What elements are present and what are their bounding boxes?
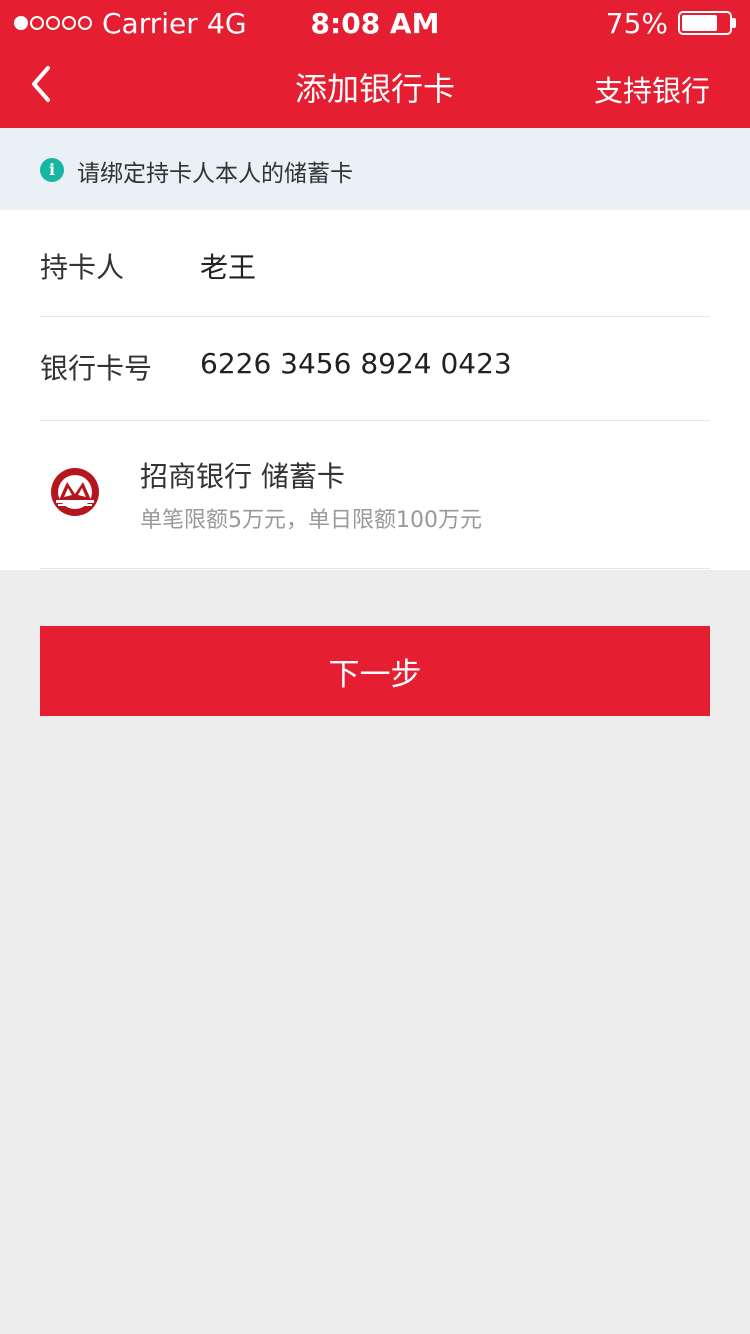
battery-tip <box>732 18 736 28</box>
supported-banks-link[interactable]: 支持银行 <box>594 68 710 110</box>
notice-text: 请绑定持卡人本人的储蓄卡 <box>77 161 353 187</box>
battery-fill <box>682 15 717 31</box>
next-step-button[interactable]: 下一步 <box>40 626 710 716</box>
divider <box>40 316 710 317</box>
bank-limit: 单笔限额5万元，单日限额100万元 <box>140 508 482 533</box>
bank-logo <box>50 467 100 517</box>
battery-icon <box>678 11 732 35</box>
battery-percent: 75% <box>605 7 668 40</box>
divider <box>40 568 710 569</box>
holder-label: 持卡人 <box>40 251 125 284</box>
info-icon: i <box>40 158 64 182</box>
holder-value: 老王 <box>200 251 257 284</box>
bank-name: 招商银行 储蓄卡 <box>140 460 345 493</box>
top-bar: Carrier 4G 8:08 AM 75% 添加银行卡 支持银行 <box>0 0 750 128</box>
cmb-logo-icon <box>51 468 99 516</box>
divider <box>40 420 710 421</box>
card-number-input[interactable]: 6226 3456 8924 0423 <box>200 347 512 380</box>
status-bar: Carrier 4G 8:08 AM 75% <box>0 0 750 48</box>
card-number-label: 银行卡号 <box>40 352 153 385</box>
